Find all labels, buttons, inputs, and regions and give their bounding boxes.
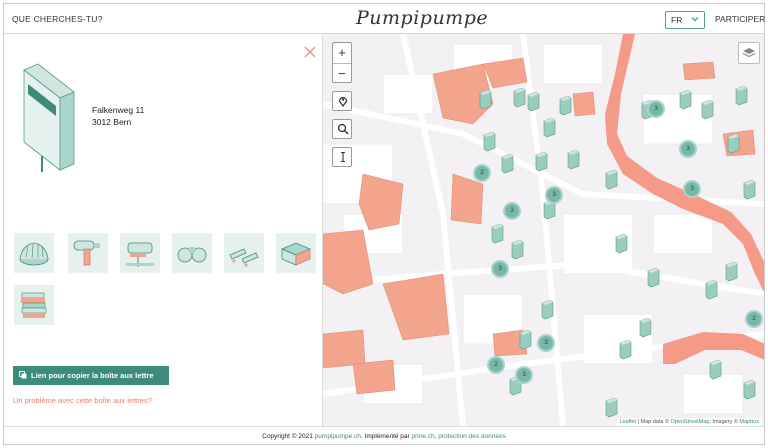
mailbox-marker[interactable] (639, 318, 652, 338)
marker-cluster[interactable]: 3 (545, 186, 563, 204)
marker-cluster[interactable]: 3 (515, 366, 533, 384)
search-icon (337, 123, 349, 135)
mailbox-marker[interactable] (527, 92, 540, 112)
mailbox-marker[interactable] (605, 170, 618, 190)
mailbox-marker[interactable] (735, 86, 748, 106)
language-select[interactable]: FR (665, 11, 705, 29)
prine-link[interactable]: prine.ch (412, 433, 435, 440)
mailbox-marker[interactable] (679, 90, 692, 110)
mapbox-link[interactable]: Mapbox (739, 419, 759, 425)
mailbox-marker[interactable] (709, 360, 722, 380)
marker-cluster[interactable]: 2 (473, 164, 491, 182)
mailbox-marker[interactable] (725, 262, 738, 282)
map-tiles (323, 34, 764, 426)
osm-link[interactable]: OpenStreetMap (671, 419, 710, 425)
mailbox-marker[interactable] (567, 150, 580, 170)
mailbox-marker[interactable] (705, 280, 718, 300)
mailbox-marker[interactable] (619, 340, 632, 360)
privacy-link[interactable]: protection des données (438, 433, 506, 440)
mailbox-marker[interactable] (513, 88, 526, 108)
attribution-text: , Imagery © (709, 419, 740, 425)
chevron-down-icon (691, 17, 699, 22)
marker-cluster[interactable]: 3 (647, 100, 665, 118)
implemented-text: . Implémenté par (360, 433, 412, 440)
attribution-text: | Map data © (636, 419, 671, 425)
mailbox-marker[interactable] (615, 234, 628, 254)
copyright-text: Copyright © 2021 (262, 433, 315, 440)
marker-cluster[interactable]: 3 (683, 180, 701, 198)
marker-cluster[interactable]: 3 (537, 334, 555, 352)
app-frame: QUE CHERCHES-TU? Pumpipumpe FR PARTICIPE… (3, 3, 765, 445)
mailbox-marker[interactable] (501, 154, 514, 174)
mailbox-marker[interactable] (701, 100, 714, 120)
mailbox-marker[interactable] (535, 152, 548, 172)
mailbox-illustration (23, 63, 75, 172)
copy-link-button[interactable]: Lien pour copier la boîte aux lettre (13, 366, 169, 385)
map-attribution: Leaflet | Map data © OpenStreetMap, Imag… (616, 418, 762, 426)
address-street: Falkenweg 11 (92, 105, 145, 115)
copy-icon (19, 371, 27, 379)
mailbox-marker[interactable] (479, 90, 492, 110)
measure-button[interactable] (332, 147, 352, 167)
bundt-cake-pan-icon[interactable] (14, 233, 54, 273)
mailbox-marker[interactable] (541, 300, 554, 320)
header: QUE CHERCHES-TU? Pumpipumpe FR PARTICIPE… (4, 4, 765, 34)
zoom-out-button[interactable]: − (333, 63, 351, 83)
address-city: 3012 Bern (92, 117, 132, 127)
zoom-control: + − (332, 42, 352, 83)
jigsaw-icon[interactable] (120, 233, 160, 273)
marker-cluster[interactable]: 3 (491, 260, 509, 278)
mailbox-address: Falkenweg 11 3012 Bern (92, 104, 144, 128)
mailbox-marker[interactable] (743, 180, 756, 200)
layers-button[interactable] (738, 42, 760, 64)
footer: Copyright © 2021 pumpipumpe.ch. Implémen… (4, 426, 764, 444)
mailbox-marker[interactable] (483, 132, 496, 152)
location-pin-icon (338, 96, 348, 107)
mailbox-marker[interactable] (491, 224, 504, 244)
binoculars-icon[interactable] (172, 233, 212, 273)
mailbox-marker[interactable] (543, 118, 556, 138)
mailbox-detail-panel: Falkenweg 11 3012 Bern Lien pour copier … (4, 34, 322, 426)
ruler-icon (341, 152, 345, 162)
mailbox-marker[interactable] (647, 268, 660, 288)
marker-cluster[interactable]: 2 (745, 310, 763, 328)
marker-cluster[interactable]: 3 (679, 140, 697, 158)
mailbox-marker[interactable] (559, 96, 572, 116)
map-view[interactable]: 2 3 3 3 3 3 2 3 2 3 3 + − Leaflet | Map … (322, 34, 764, 426)
leaflet-link[interactable]: Leaflet (620, 419, 637, 425)
zoom-in-button[interactable]: + (333, 43, 351, 63)
participate-link[interactable]: PARTICIPER (715, 14, 765, 24)
report-problem-link[interactable]: Un problème avec cette boîte aux lettres… (13, 396, 152, 405)
search-menu-link[interactable]: QUE CHERCHES-TU? (12, 14, 103, 24)
mailbox-marker[interactable] (519, 330, 532, 350)
language-value: FR (671, 15, 683, 25)
site-logo[interactable]: Pumpipumpe (356, 7, 488, 29)
mailbox-marker[interactable] (605, 398, 618, 418)
layers-icon (742, 48, 756, 58)
copy-button-label: Lien pour copier la boîte aux lettre (31, 371, 154, 380)
marker-cluster[interactable]: 2 (487, 356, 505, 374)
mailbox-marker[interactable] (743, 380, 756, 400)
search-map-button[interactable] (332, 119, 352, 139)
site-link[interactable]: pumpipumpe.ch (315, 433, 361, 440)
crate-icon[interactable] (276, 233, 316, 273)
books-icon[interactable] (14, 285, 54, 325)
marker-cluster[interactable]: 3 (503, 202, 521, 220)
locate-button[interactable] (332, 91, 352, 111)
skates-icon[interactable] (224, 233, 264, 273)
close-icon[interactable] (304, 46, 316, 58)
hair-dryer-icon[interactable] (68, 233, 108, 273)
mailbox-marker[interactable] (727, 134, 740, 154)
mailbox-marker[interactable] (511, 240, 524, 260)
